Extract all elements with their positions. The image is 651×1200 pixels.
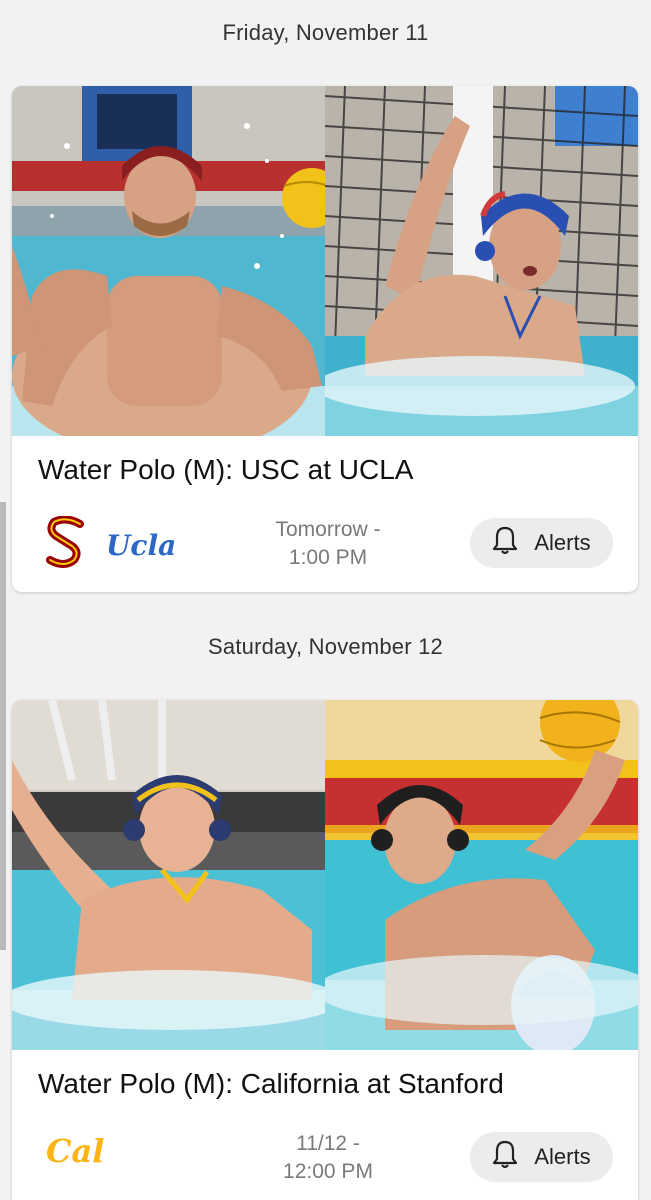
game-title: Water Polo (M): USC at UCLA xyxy=(38,454,414,485)
game-time-hour: 1:00 PM xyxy=(288,546,368,569)
bell-icon xyxy=(492,525,518,561)
team-logos: Cal xyxy=(46,1132,104,1170)
bell-icon xyxy=(492,1139,518,1175)
game-time-day: 11/12 - xyxy=(296,1132,360,1155)
game-photo-collage xyxy=(12,86,638,436)
schedule-screen: Friday, November 11 Water Polo (M): USC … xyxy=(0,0,651,1200)
usc-logo-icon xyxy=(46,515,84,575)
scroll-edge-indicator xyxy=(0,502,6,950)
cal-logo-icon: Cal xyxy=(46,1132,105,1170)
player-photo-usc xyxy=(12,86,325,436)
player-photo-ucla xyxy=(325,86,638,436)
alerts-label: Alerts xyxy=(534,530,591,555)
date-header-friday: Friday, November 11 xyxy=(222,20,429,45)
game-time-hour: 12:00 PM xyxy=(283,1160,373,1183)
game-time: Tomorrow - 1:00 PM xyxy=(248,516,408,572)
player-photo-california xyxy=(12,700,325,1050)
game-card-california-stanford[interactable]: Water Polo (M): California at Stanford C… xyxy=(12,700,638,1200)
game-time: 11/12 - 12:00 PM xyxy=(248,1130,408,1186)
alerts-label: Alerts xyxy=(534,1144,591,1169)
game-time-day: Tomorrow - xyxy=(275,518,381,541)
team-logos: Ucla xyxy=(46,515,177,575)
game-card-usc-ucla[interactable]: Water Polo (M): USC at UCLA Ucla Tomorro… xyxy=(12,86,638,592)
game-title: Water Polo (M): California at Stanford xyxy=(38,1068,504,1099)
game-photo-collage xyxy=(12,700,638,1050)
alerts-button[interactable]: Alerts xyxy=(470,518,613,568)
date-header-saturday: Saturday, November 12 xyxy=(208,634,443,659)
player-photo-stanford xyxy=(325,700,638,1050)
alerts-button[interactable]: Alerts xyxy=(470,1132,613,1182)
ucla-logo-icon: Ucla xyxy=(106,529,177,562)
